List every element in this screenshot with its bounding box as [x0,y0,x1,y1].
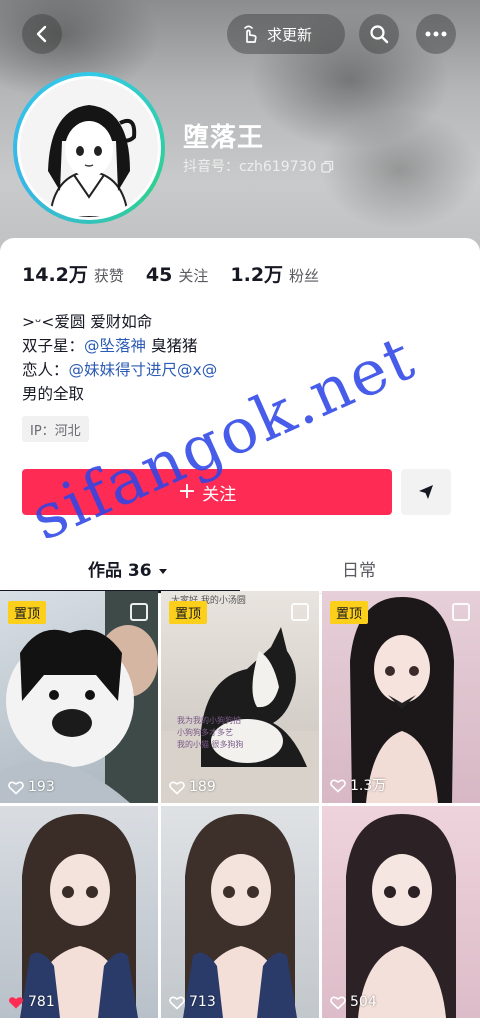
video-tile[interactable]: 781 [0,806,158,1018]
video-tile[interactable]: 504 [322,806,480,1018]
like-count: 713 [169,994,216,1010]
tab-works[interactable]: 作品 36 [88,556,168,581]
share-button[interactable] [401,469,451,515]
svg-text:我的小猫 很多狗狗: 我的小猫 很多狗狗 [177,739,244,749]
header-texture [320,110,480,230]
bio-line: 恋人：@妹妹得寸进尺@x@ [22,358,217,382]
follow-label: 关注 [202,484,237,505]
stat-followers[interactable]: 1.2万 粉丝 [230,260,319,287]
video-tile[interactable]: 置顶 1.3万 [322,591,480,803]
select-checkbox[interactable] [291,603,309,621]
bio-text: 臭猪猪 [146,337,198,355]
stat-label: 获赞 [93,267,124,285]
stat-likes[interactable]: 14.2万 获赞 [22,260,124,287]
like-count: 189 [169,779,216,795]
chevron-down-icon [158,569,167,574]
stat-label: 关注 [178,267,209,285]
mention-link[interactable]: @坠落神 [84,337,146,355]
heart-outline-icon [8,780,24,795]
video-grid: 置顶 193 大家好 我的小汤圆 我为我的小狗狗拍 小狗狗多才多艺 我的小猫 很… [0,591,480,1024]
video-thumbnail [20,814,138,1018]
nickname: 堕落王 [183,123,265,153]
video-thumbnail [346,814,456,1018]
more-dots-icon [425,31,447,37]
chevron-left-icon [36,25,47,43]
heart-outline-icon [330,778,346,793]
video-tile[interactable]: 置顶 193 [0,591,158,803]
like-count-text: 193 [28,779,55,795]
back-button[interactable] [22,14,62,54]
like-count-text: 504 [350,994,377,1010]
like-count: 193 [8,779,55,795]
heart-outline-icon [169,995,185,1010]
heart-filled-icon [8,996,24,1008]
bio: >ᵕ<爱圆 爱财如命 双子星：@坠落神 臭猪猪 恋人：@妹妹得寸进尺@x@ 男的… [22,310,217,406]
copy-icon[interactable] [321,160,334,173]
heart-outline-icon [330,995,346,1010]
svg-text:小狗狗多才多艺: 小狗狗多才多艺 [177,727,233,737]
more-button[interactable] [416,14,456,54]
like-count: 504 [330,994,377,1010]
video-tile[interactable]: 大家好 我的小汤圆 我为我的小狗狗拍 小狗狗多才多艺 我的小猫 很多狗狗 置顶 … [161,591,319,803]
content-tabs: 作品 36 日常 [0,546,480,594]
send-icon [419,485,433,499]
bio-text: 双子星： [22,337,85,355]
like-count-text: 189 [189,779,216,795]
bio-line: 双子星：@坠落神 臭猪猪 [22,334,217,358]
avatar-image [20,79,158,217]
bio-line: >ᵕ<爱圆 爱财如命 [22,313,153,331]
stat-following[interactable]: 45 关注 [146,264,208,286]
search-icon [370,25,389,44]
heart-outline-icon [169,780,185,795]
avatar[interactable] [13,72,165,224]
select-checkbox[interactable] [452,603,470,621]
mention-link[interactable]: @妹妹得寸进尺@x@ [69,361,218,379]
follow-button[interactable]: + 关注 [22,469,392,515]
hand-point-icon [244,25,257,43]
plus-icon: + [177,479,197,504]
like-count-text: 713 [189,994,216,1010]
bio-text: 恋人： [22,361,69,379]
profile-header: 求更新 堕落王 抖音号：czh619730 [0,0,480,260]
tab-works-label: 作品 36 [88,561,152,581]
like-count: 1.3万 [330,775,386,795]
select-checkbox[interactable] [130,603,148,621]
douyin-id: 抖音号：czh619730 [183,156,334,176]
stat-value: 1.2万 [230,264,284,286]
like-count: 781 [8,994,55,1010]
douyin-id-text: 抖音号：czh619730 [183,159,317,175]
like-count-text: 781 [28,994,55,1010]
pinned-badge: 置顶 [169,601,208,624]
pinned-badge: 置顶 [330,601,369,624]
video-tile[interactable]: 713 [161,806,319,1018]
search-button[interactable] [359,14,399,54]
stat-value: 14.2万 [22,264,88,286]
video-thumbnail [183,814,297,1018]
request-update-label: 求更新 [267,25,313,44]
stat-value: 45 [145,264,173,286]
stat-label: 粉丝 [289,267,320,285]
anime-girl-avatar-illustration [20,79,158,217]
pinned-badge: 置顶 [8,601,47,624]
stats-row: 14.2万 获赞 45 关注 1.2万 粉丝 [22,260,341,287]
svg-text:我为我的小狗狗拍: 我为我的小狗狗拍 [177,715,241,725]
tab-daily[interactable]: 日常 [342,556,376,581]
request-update-button[interactable]: 求更新 [227,14,345,54]
like-count-text: 1.3万 [350,778,387,794]
ip-location-tag: IP：河北 [22,416,89,442]
bio-line: 男的全取 [22,385,85,403]
